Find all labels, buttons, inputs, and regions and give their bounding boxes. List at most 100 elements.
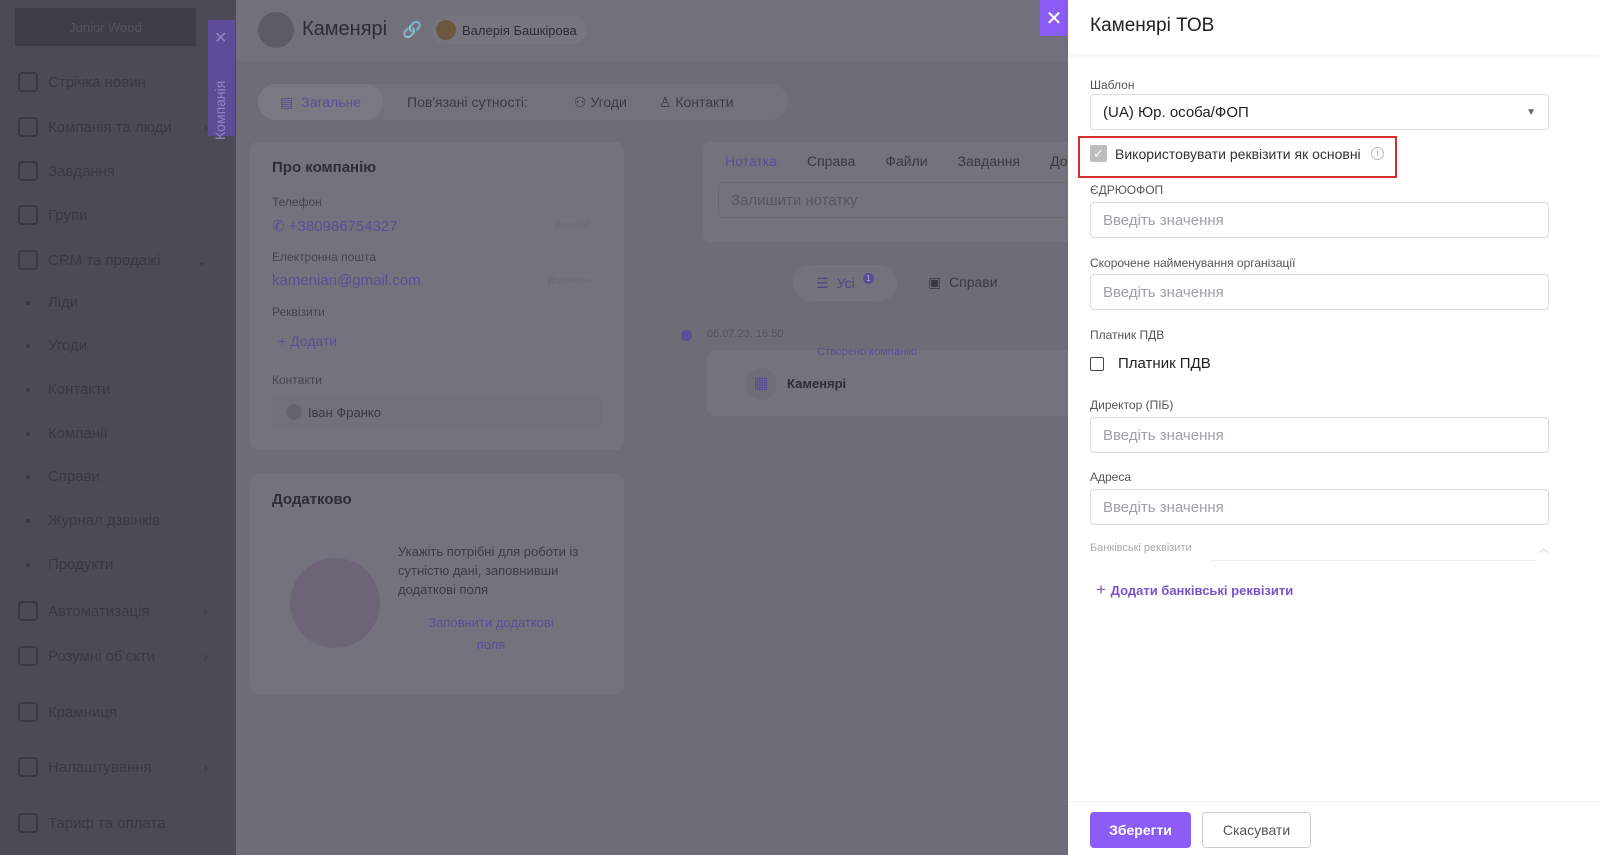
extra-card: Додатково Укажіть потрібні для роботи із… [250,474,624,694]
close-panel-button[interactable]: ✕ [1040,0,1068,36]
sidebar-item-label: Ліди [48,294,79,311]
lightning-icon [18,601,38,621]
related-label: Пов'язані сутності: [407,94,528,110]
use-main-label: Використовувати реквізити як основні [1115,146,1361,162]
activity-tab[interactable]: Файли [885,153,927,169]
tab-general[interactable]: ▤ Загальне [258,84,384,120]
phone-link[interactable]: ✆ +380986754327 [272,217,398,235]
address-input[interactable]: Введіть значення [1090,489,1549,525]
tab-deals[interactable]: ⚇ Угоди [552,94,649,111]
filter-label: Усі [836,275,855,291]
link-icon[interactable]: 🔗 [402,20,422,40]
phone-icon: ✆ [272,218,289,235]
count-badge: 1 [862,272,874,284]
tab-label: Загальне [301,94,362,110]
bullet-icon [26,387,30,392]
filter-label: Справи [949,274,998,290]
event-type: Створено компанію [817,346,917,358]
gear-icon [18,757,38,777]
sidebar-item[interactable]: Автоматизація › [18,601,208,621]
building-icon [258,12,294,48]
page-header: Каменярі 🔗 Валерія Башкірова [236,0,1068,62]
bullet-icon [26,562,30,567]
sidebar-item[interactable]: Угоди [18,337,208,354]
sidebar-item[interactable]: Компанія та люди › [18,117,208,137]
filter-deals[interactable]: ▣ Справи [928,274,998,291]
panel-footer [1068,801,1600,802]
activity-tab[interactable]: Завдання [958,153,1021,169]
card-title: Про компанію [272,159,377,176]
add-label: Додати [290,333,338,349]
template-select[interactable]: (UA) Юр. особа/ФОП ▼ [1090,94,1549,130]
sidebar-item[interactable]: Тариф та оплата [18,813,208,833]
filter-all[interactable]: ☰ Усі 1 [793,265,897,301]
director-input[interactable]: Введіть значення [1090,417,1549,453]
sidebar-item[interactable]: Контакти [18,381,208,398]
sidebar-item-label: Крамниця [48,703,118,721]
sidebar-item-label: Продукти [48,556,114,573]
calendar-icon: ▣ [928,274,946,290]
sidebar-item-label: Справи [48,468,100,485]
phone-label: Телефон [272,195,322,209]
address-label: Адреса [1090,470,1132,484]
avatar [436,20,456,40]
phone-type: Робочий [555,220,591,230]
sidebar-item-label: Угоди [48,337,88,354]
vat-checkbox[interactable] [1090,357,1104,371]
sidebar-item[interactable]: Стрічка новин [18,72,208,92]
calendar-icon [18,161,38,181]
close-icon[interactable]: ✕ [214,28,227,48]
chevron-icon: › [203,603,208,619]
edrpou-input[interactable]: Введіть значення [1090,202,1549,238]
activity-tab[interactable]: Справа [807,153,855,169]
vat-label: Платник ПДВ [1090,328,1165,342]
fill-extra-fields-link[interactable]: Заповнити додаткові поля [418,612,564,656]
use-main-checkbox[interactable]: ✓ [1090,145,1107,162]
sidebar-item[interactable]: CRM та продажі ⌄ [18,250,208,270]
email-link[interactable]: kameniari@gmail.com [272,272,421,289]
sidebar-item[interactable]: Завдання [18,161,208,181]
vertical-tab-label: Компанія [212,80,228,140]
sidebar-item[interactable]: Журнал дзвінків [18,512,208,529]
timeline-event[interactable]: Створено компанію ▦ Каменярі [707,346,1068,416]
sidebar-item[interactable]: Групи [18,205,208,225]
save-button[interactable]: Зберегти [1090,812,1191,848]
chevron-icon: › [203,759,208,775]
info-icon[interactable]: i [1371,147,1384,160]
sidebar-item[interactable]: Компанії [18,425,208,442]
activity-tab[interactable]: Нотатка [725,153,777,169]
bullet-icon [26,518,30,523]
cancel-button[interactable]: Скасувати [1202,812,1311,848]
user-chip[interactable]: Валерія Башкірова [432,16,587,44]
sidebar-item[interactable]: Розумні об'єкти › [18,646,208,666]
sidebar-item-label: Завдання [48,162,115,180]
sidebar-item[interactable]: Крамниця [18,702,208,722]
card-title: Додатково [272,491,352,508]
tab-contacts[interactable]: ♙ Контакти [649,94,744,111]
chevron-up-icon[interactable]: ︿ [1538,540,1549,556]
list-icon: ☰ [816,274,829,291]
sidebar-item[interactable]: Продукти [18,556,208,573]
users-icon [18,205,38,225]
add-requisites-button[interactable]: + Додати [278,333,337,349]
extra-hint: Укажіть потрібні для роботи із сутністю … [398,544,579,597]
sidebar-item[interactable]: Справи [18,468,208,485]
contact-item[interactable]: Іван Франко [272,394,602,430]
sidebar-item-label: Компанії [48,425,108,442]
sidebar-item-label: Налаштування [48,758,152,776]
activity-composer: Нотатка Справа Файли Завдання Док Залишити н… [703,142,1078,242]
person-icon: ♙ [658,93,676,110]
sidebar-item-label: Групи [48,206,88,224]
company-vertical-tab[interactable]: ✕ Компанія [208,20,235,140]
short-name-input[interactable]: Введіть значення [1090,274,1549,310]
close-icon: ✕ [1045,7,1063,30]
add-bank-requisites-button[interactable]: + Додати банківські реквізити [1096,580,1293,600]
sidebar-item[interactable]: Ліди [18,294,208,311]
bullet-icon [26,474,30,479]
edrpou-label: ЄДРЮОФОП [1090,183,1164,197]
funnel-icon [18,250,38,270]
sidebar-item[interactable]: Налаштування › [18,757,208,777]
phone-value: +380986754327 [288,218,398,235]
sidebar-item-label: CRM та продажі [48,251,161,269]
note-input[interactable]: Залишити нотатку [718,182,1078,218]
